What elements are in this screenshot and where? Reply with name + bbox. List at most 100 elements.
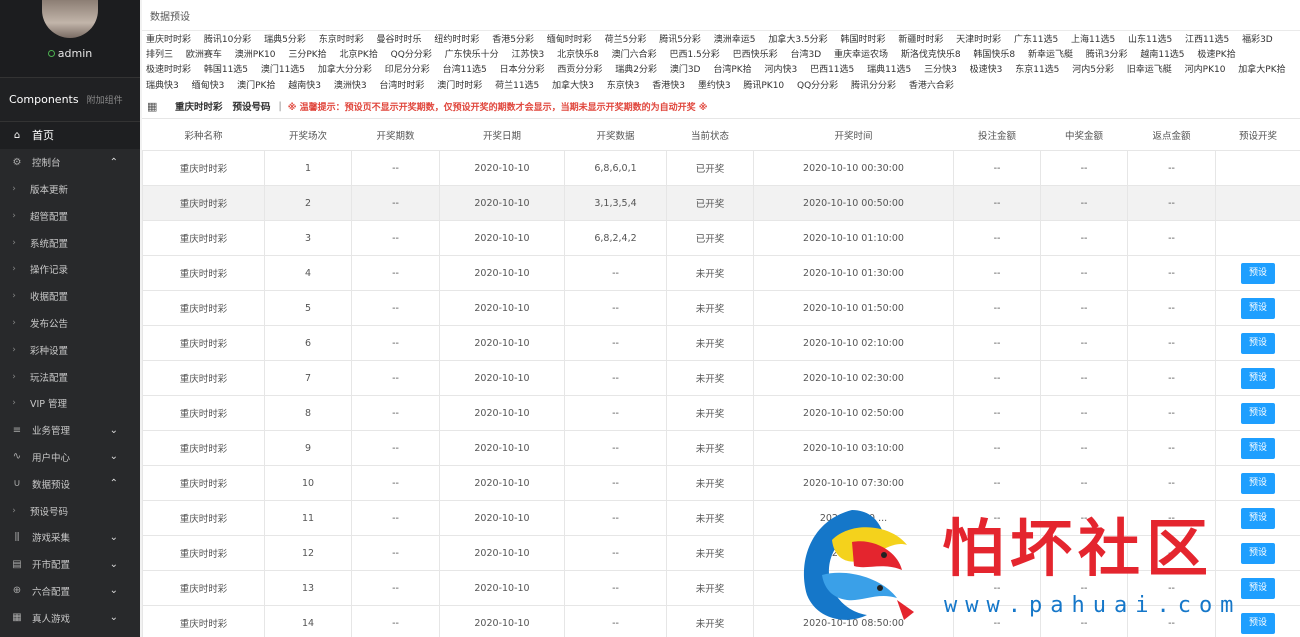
sidebar-item-4[interactable]: › 系统配置 xyxy=(0,229,140,256)
lottery-link[interactable]: 澳门六合彩 xyxy=(612,50,657,60)
sidebar-item-9[interactable]: › 玩法配置 xyxy=(0,363,140,390)
preset-button[interactable]: 预设 xyxy=(1241,332,1275,354)
lottery-link[interactable]: 排列三 xyxy=(146,50,173,60)
lottery-link[interactable]: 韩国快乐8 xyxy=(973,50,1015,60)
lottery-link[interactable]: 上海11选5 xyxy=(1071,35,1115,45)
lottery-link[interactable]: 欧洲赛车 xyxy=(186,50,222,60)
grid-icon[interactable]: ▦ xyxy=(147,100,161,113)
sidebar-item-6[interactable]: › 收据配置 xyxy=(0,283,140,310)
sidebar-item-5[interactable]: › 操作记录 xyxy=(0,256,140,283)
sidebar-item-12[interactable]: ∿ 用户中心 ⌄ xyxy=(0,444,140,471)
lottery-link[interactable]: 旧幸运飞艇 xyxy=(1127,65,1172,75)
lottery-link[interactable]: 澳洲快3 xyxy=(334,81,367,91)
lottery-link[interactable]: 河内快3 xyxy=(765,65,798,75)
lottery-link[interactable]: 腾讯分分彩 xyxy=(851,81,896,91)
lottery-link[interactable]: 台湾时时彩 xyxy=(379,81,424,91)
lottery-link[interactable]: 三分PK拾 xyxy=(288,50,326,60)
lottery-link[interactable]: 巴西1.5分彩 xyxy=(669,50,719,60)
lottery-link[interactable]: 极速PK拾 xyxy=(1197,50,1235,60)
preset-button[interactable]: 预设 xyxy=(1241,367,1275,389)
lottery-link[interactable]: 东京11选5 xyxy=(1015,65,1059,75)
lottery-link[interactable]: 江西11选5 xyxy=(1185,35,1229,45)
lottery-link[interactable]: 韩国11选5 xyxy=(204,65,248,75)
lottery-link[interactable]: 日本分分彩 xyxy=(500,65,545,75)
lottery-link[interactable]: QQ分分彩 xyxy=(797,81,838,91)
lottery-link[interactable]: 天津时时彩 xyxy=(956,35,1001,45)
lottery-link[interactable]: 荷兰5分彩 xyxy=(605,35,647,45)
lottery-link[interactable]: 澳洲幸运5 xyxy=(714,35,756,45)
sidebar-item-0[interactable]: ⌂ 首页 xyxy=(0,122,140,149)
lottery-link[interactable]: 香港快3 xyxy=(652,81,685,91)
preset-button[interactable]: 预设 xyxy=(1241,297,1275,319)
lottery-link[interactable]: 巴西快乐彩 xyxy=(733,50,778,60)
lottery-link[interactable]: 韩国时时彩 xyxy=(840,35,885,45)
lottery-link[interactable]: 加拿大3.5分彩 xyxy=(768,35,827,45)
lottery-link[interactable]: 瑞典5分彩 xyxy=(264,35,306,45)
preset-code-label[interactable]: 预设号码 xyxy=(233,99,271,113)
sidebar-item-10[interactable]: › VIP 管理 xyxy=(0,390,140,417)
sidebar-item-14[interactable]: › 预设号码 xyxy=(0,497,140,524)
avatar[interactable] xyxy=(42,0,98,38)
preset-button[interactable]: 预设 xyxy=(1241,612,1275,634)
lottery-link[interactable]: 腾讯PK10 xyxy=(743,81,784,91)
preset-button[interactable]: 预设 xyxy=(1241,262,1275,284)
lottery-link[interactable]: 台湾PK拾 xyxy=(713,65,751,75)
lottery-link[interactable]: 加拿大快3 xyxy=(552,81,594,91)
lottery-link[interactable]: 新幸运飞艇 xyxy=(1028,50,1073,60)
sidebar-item-13[interactable]: ∪ 数据预设 ⌃ xyxy=(0,470,140,497)
preset-button[interactable]: 预设 xyxy=(1241,577,1275,599)
lottery-link[interactable]: 河内PK10 xyxy=(1185,65,1226,75)
lottery-link[interactable]: 东京时时彩 xyxy=(319,35,364,45)
sidebar-item-8[interactable]: › 彩种设置 xyxy=(0,336,140,363)
sidebar-item-7[interactable]: › 发布公告 xyxy=(0,310,140,337)
lottery-link[interactable]: 澳门11选5 xyxy=(261,65,305,75)
lottery-link[interactable]: 河内5分彩 xyxy=(1072,65,1114,75)
lottery-link[interactable]: 缅甸快3 xyxy=(192,81,225,91)
lottery-link[interactable]: 山东11选5 xyxy=(1128,35,1172,45)
lottery-link[interactable]: 台湾3D xyxy=(790,50,821,60)
lottery-link[interactable]: 广东11选5 xyxy=(1014,35,1058,45)
sidebar-item-15[interactable]: ⫼ 游戏采集 ⌄ xyxy=(0,524,140,551)
lottery-link[interactable]: 广东快乐十分 xyxy=(445,50,499,60)
lottery-link[interactable]: 巴西11选5 xyxy=(810,65,854,75)
lottery-link[interactable]: 福彩3D xyxy=(1242,35,1273,45)
lottery-link[interactable]: 三分快3 xyxy=(924,65,957,75)
lottery-link[interactable]: 极速快3 xyxy=(970,65,1003,75)
components-header[interactable]: Components 附加组件 xyxy=(0,77,140,122)
lottery-link[interactable]: 腾讯3分彩 xyxy=(1086,50,1128,60)
lottery-link[interactable]: 北京PK拾 xyxy=(339,50,377,60)
lottery-link[interactable]: 缅甸时时彩 xyxy=(547,35,592,45)
lottery-link[interactable]: 重庆幸运农场 xyxy=(834,50,888,60)
lottery-link[interactable]: 江苏快3 xyxy=(512,50,545,60)
preset-button[interactable]: 预设 xyxy=(1241,437,1275,459)
lottery-link[interactable]: 斯洛伐克快乐8 xyxy=(901,50,961,60)
lottery-link[interactable]: 西贡分分彩 xyxy=(557,65,602,75)
preset-button[interactable]: 预设 xyxy=(1241,472,1275,494)
preset-button[interactable]: 预设 xyxy=(1241,402,1275,424)
preset-button[interactable]: 预设 xyxy=(1241,507,1275,529)
lottery-link[interactable]: 极速时时彩 xyxy=(146,65,191,75)
lottery-link[interactable]: 越南11选5 xyxy=(1140,50,1184,60)
sidebar-item-16[interactable]: ▤ 开市配置 ⌄ xyxy=(0,551,140,578)
lottery-link[interactable]: 澳门3D xyxy=(670,65,701,75)
sidebar-item-3[interactable]: › 超管配置 xyxy=(0,202,140,229)
lottery-link[interactable]: 越南快3 xyxy=(288,81,321,91)
lottery-link[interactable]: 北京快乐8 xyxy=(557,50,599,60)
lottery-link[interactable]: 香港5分彩 xyxy=(492,35,534,45)
sidebar-item-11[interactable]: ≡ 业务管理 ⌄ xyxy=(0,417,140,444)
lottery-link[interactable]: 腾讯5分彩 xyxy=(659,35,701,45)
lottery-link[interactable]: 澳门时时彩 xyxy=(437,81,482,91)
lottery-link[interactable]: 纽约时时彩 xyxy=(434,35,479,45)
lottery-link[interactable]: 东京快3 xyxy=(607,81,640,91)
lottery-link[interactable]: 印尼分分彩 xyxy=(385,65,430,75)
lottery-link[interactable]: 重庆时时彩 xyxy=(146,35,191,45)
lottery-link[interactable]: 台湾11选5 xyxy=(443,65,487,75)
sidebar-item-17[interactable]: ⊕ 六合配置 ⌄ xyxy=(0,578,140,605)
lottery-link[interactable]: 荷兰11选5 xyxy=(495,81,539,91)
lottery-link[interactable]: QQ分分彩 xyxy=(391,50,432,60)
lottery-link[interactable]: 曼谷时时乐 xyxy=(377,35,422,45)
lottery-link[interactable]: 加拿大分分彩 xyxy=(318,65,372,75)
lottery-link[interactable]: 加拿大PK拾 xyxy=(1238,65,1285,75)
lottery-link[interactable]: 瑞典快3 xyxy=(146,81,179,91)
lottery-link[interactable]: 新疆时时彩 xyxy=(898,35,943,45)
